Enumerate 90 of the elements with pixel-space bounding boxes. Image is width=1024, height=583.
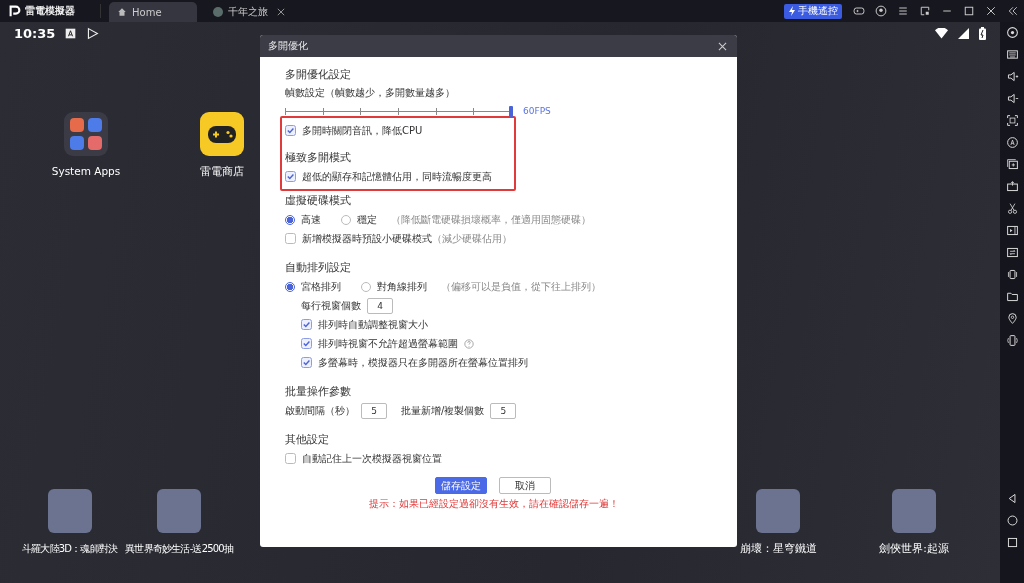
volume-up-icon[interactable] bbox=[1005, 70, 1019, 83]
home-icon bbox=[117, 7, 127, 17]
section-heading: 其他設定 bbox=[285, 432, 329, 447]
radio-button[interactable] bbox=[285, 214, 295, 225]
section-heading: 多開優化設定 bbox=[285, 67, 351, 82]
notification-icon bbox=[65, 28, 77, 39]
add-window-icon[interactable] bbox=[1005, 158, 1019, 171]
tab[interactable]: Home bbox=[109, 2, 197, 22]
option-note: （減少硬碟佔用） bbox=[432, 231, 512, 246]
field-label: 批量新增/複製個數 bbox=[401, 403, 485, 418]
home-icon[interactable] bbox=[1005, 514, 1019, 527]
transfer-icon[interactable] bbox=[1005, 246, 1019, 259]
save-button[interactable]: 儲存設定 bbox=[434, 477, 487, 494]
slider-thumb[interactable] bbox=[509, 105, 513, 117]
window-icon[interactable] bbox=[919, 5, 931, 17]
close-icon[interactable] bbox=[718, 41, 727, 51]
location-pin-icon[interactable] bbox=[1005, 312, 1019, 325]
gamepad-icon[interactable] bbox=[853, 5, 865, 17]
radio-label: 高速 bbox=[301, 212, 321, 227]
folder-icon[interactable] bbox=[1005, 290, 1019, 303]
game-icon bbox=[213, 7, 223, 17]
checkbox[interactable] bbox=[301, 338, 312, 349]
app-label[interactable]: 異世界奇妙生活-送2500抽 bbox=[125, 542, 234, 556]
collapse-icon[interactable] bbox=[1007, 5, 1019, 17]
number-field[interactable]: 5 bbox=[490, 402, 517, 419]
rotate-icon[interactable] bbox=[1005, 136, 1019, 149]
app-label[interactable]: 劍俠世界:起源 bbox=[879, 542, 949, 556]
menu-icon[interactable] bbox=[897, 5, 909, 17]
field-label: 啟動間隔（秒） bbox=[285, 403, 355, 418]
radio-label: 宮格排列 bbox=[301, 279, 341, 294]
close-icon[interactable] bbox=[277, 8, 285, 16]
checkbox-label: 排列時自動調整視窗大小 bbox=[318, 317, 428, 332]
radio-label: 對角線排列 bbox=[377, 279, 427, 294]
cancel-button[interactable]: 取消 bbox=[498, 477, 551, 494]
tab[interactable]: 千年之旅 bbox=[205, 2, 293, 22]
maximize-icon[interactable] bbox=[963, 5, 975, 17]
remote-control-button[interactable]: 手機遙控 bbox=[784, 3, 842, 19]
checkbox-label: 排列時視窗不允許超過螢幕範圍 bbox=[318, 336, 458, 351]
wifi-icon bbox=[935, 28, 948, 39]
section-heading: 極致多開模式 bbox=[285, 150, 351, 165]
checkbox[interactable] bbox=[301, 319, 312, 330]
slider-value: 60FPS bbox=[523, 106, 551, 116]
recent-apps-icon[interactable] bbox=[1005, 536, 1019, 549]
checkbox-label: 多開時關閉音訊，降低CPU bbox=[302, 123, 423, 138]
app-label[interactable]: 崩壞：星穹鐵道 bbox=[739, 542, 817, 556]
field-label: 每行視窗個數 bbox=[301, 298, 361, 313]
signal-icon bbox=[958, 28, 969, 39]
phone-rotate-icon[interactable] bbox=[1005, 334, 1019, 347]
radio-button[interactable] bbox=[285, 281, 295, 292]
slider-label: 幀數設定（幀數越少，多開數量越多） bbox=[285, 86, 456, 100]
keyboard-icon[interactable] bbox=[1005, 48, 1019, 61]
scissors-icon[interactable] bbox=[1005, 202, 1019, 215]
lightning-icon bbox=[788, 6, 796, 16]
screenshot-icon[interactable] bbox=[1005, 114, 1019, 127]
checkbox[interactable] bbox=[285, 233, 296, 244]
fps-slider[interactable] bbox=[285, 106, 511, 116]
battery-icon bbox=[979, 27, 986, 40]
app-icon-placeholder[interactable] bbox=[47, 489, 92, 533]
checkbox-label: 多螢幕時，模擬器只在多開器所在螢幕位置排列 bbox=[318, 355, 528, 370]
clock: 10:35 bbox=[14, 26, 56, 41]
checkbox[interactable] bbox=[285, 125, 296, 136]
number-field[interactable]: 5 bbox=[361, 402, 387, 419]
checkbox[interactable] bbox=[285, 453, 296, 464]
checkbox[interactable] bbox=[301, 357, 312, 368]
app-name: 雷電模擬器 bbox=[25, 4, 75, 18]
package-icon[interactable] bbox=[1005, 180, 1019, 193]
number-field[interactable]: 4 bbox=[367, 297, 393, 314]
dialog-title: 多開優化 bbox=[268, 39, 308, 53]
volume-down-icon[interactable] bbox=[1005, 92, 1019, 105]
gamepad-icon[interactable] bbox=[200, 112, 244, 156]
close-icon[interactable] bbox=[985, 5, 997, 17]
logo-icon bbox=[8, 4, 22, 18]
video-icon[interactable] bbox=[1005, 224, 1019, 237]
radio-label: 穩定 bbox=[357, 212, 377, 227]
app-label[interactable]: 斗羅大陸3D：魂師對決 bbox=[22, 542, 118, 556]
option-note: （偏移可以是負值，從下往上排列） bbox=[441, 279, 601, 294]
hint-text: 提示：如果已經設定過卻沒有生效，請在確認儲存一遍！ bbox=[368, 497, 619, 511]
section-heading: 自動排列設定 bbox=[285, 260, 351, 275]
checkbox-label: 自動記住上一次模擬器視窗位置 bbox=[302, 451, 442, 466]
app-label[interactable]: System Apps bbox=[51, 165, 121, 177]
section-heading: 虛擬硬碟模式 bbox=[285, 193, 351, 208]
checkbox[interactable] bbox=[285, 171, 296, 182]
app-icon-placeholder[interactable] bbox=[157, 489, 202, 533]
option-note: （降低斷電硬碟損壞概率，僅適用固態硬碟） bbox=[391, 212, 591, 227]
section-heading: 批量操作參數 bbox=[285, 384, 351, 399]
app-label[interactable]: 雷電商店 bbox=[200, 165, 244, 179]
checkbox-label: 新增模擬器時預設小硬碟模式 bbox=[302, 231, 432, 246]
user-icon[interactable] bbox=[875, 5, 887, 17]
checkbox-label: 超低的顯存和記憶體佔用，同時流暢度更高 bbox=[302, 169, 492, 184]
play-icon bbox=[86, 27, 100, 40]
